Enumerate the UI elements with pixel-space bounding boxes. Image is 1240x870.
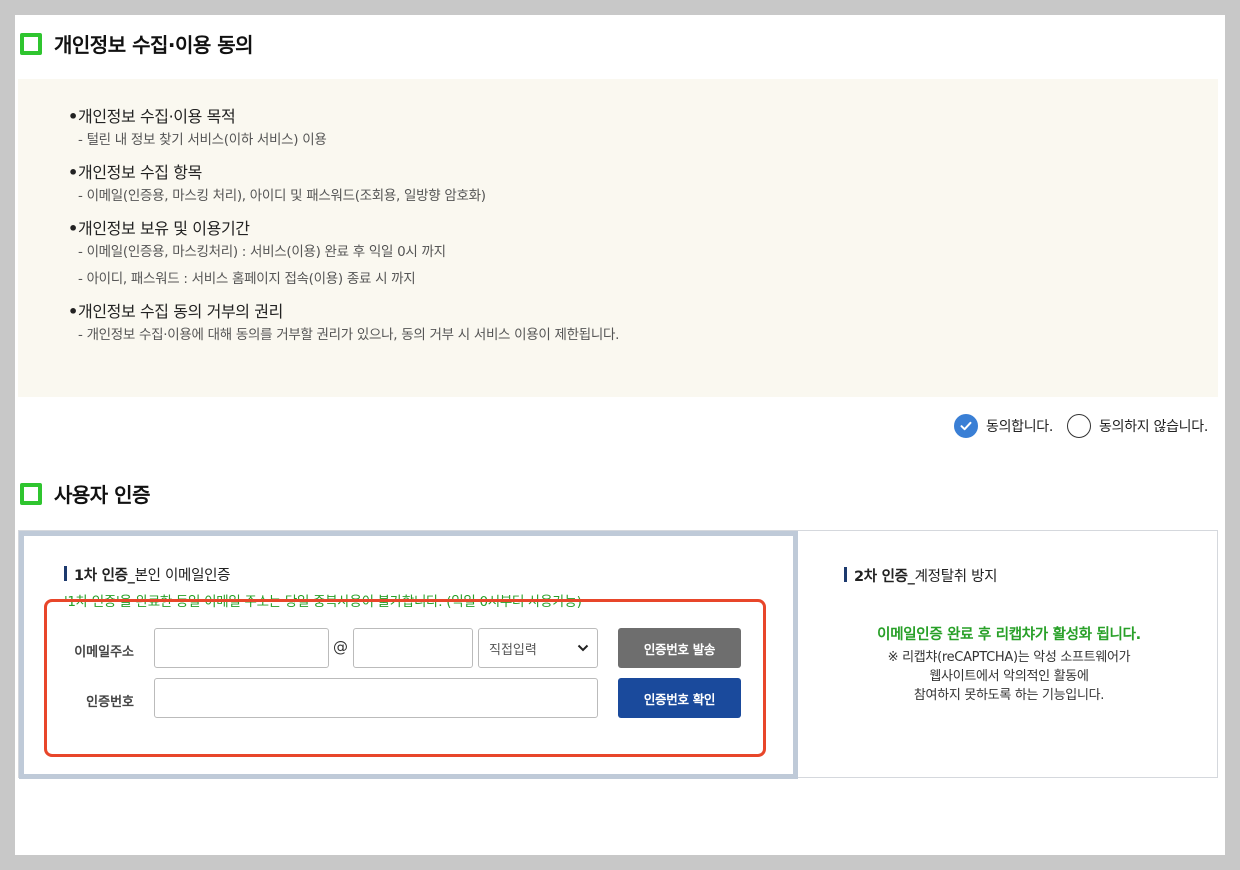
recaptcha-description: ※ 리캡챠(reCAPTCHA)는 악성 소프트웨어가 웹사이트에서 악의적인 …: [799, 648, 1219, 705]
agree-label[interactable]: 동의합니다.: [986, 416, 1053, 436]
term-detail: - 개인정보 수집·이용에 대해 동의를 거부할 권리가 있으나, 동의 거부 …: [78, 327, 620, 343]
disagree-radio[interactable]: [1067, 414, 1092, 438]
duplicate-email-notice: '1차 인증'을 완료한 동일 이메일 주소는 당일 중복사용이 불가합니다. …: [64, 594, 582, 610]
confirm-code-button[interactable]: 인증번호 확인: [618, 678, 741, 718]
bullet: •: [68, 107, 78, 126]
first-auth-label-bold: 1차 인증_: [74, 568, 135, 584]
email-local-input[interactable]: [154, 628, 329, 668]
consent-title-text: 개인정보 수집·이용 동의: [54, 33, 254, 57]
second-auth-label-bold: 2차 인증_: [854, 569, 915, 585]
term-refusal-right: •개인정보 수집 동의 거부의 권리 - 개인정보 수집·이용에 대해 동의를 …: [68, 300, 1218, 346]
domain-select-value: 직접입력: [489, 642, 537, 658]
recaptcha-status-message: 이메일인증 완료 후 리캡챠가 활성화 됩니다.: [877, 627, 1141, 643]
bullet: •: [68, 219, 78, 238]
consent-terms-box: •개인정보 수집·이용 목적 - 털린 내 정보 찾기 서비스(이하 서비스) …: [18, 79, 1218, 397]
term-detail: - 털린 내 정보 찾기 서비스(이하 서비스) 이용: [78, 132, 327, 148]
email-domain-select[interactable]: 직접입력: [478, 628, 598, 668]
recaptcha-desc-line: ※ 리캡챠(reCAPTCHA)는 악성 소프트웨어가: [887, 650, 1131, 665]
code-label: 인증번호: [86, 695, 134, 710]
green-square-icon: [20, 32, 42, 55]
second-auth-label-rest: 계정탈취 방지: [914, 569, 998, 585]
first-auth-label-rest: 본인 이메일인증: [134, 568, 231, 584]
at-sign: @: [333, 638, 348, 656]
check-icon: [960, 421, 972, 431]
term-detail: - 이메일(인증용, 마스킹처리) : 서비스(이용) 완료 후 익일 0시 까…: [78, 244, 446, 260]
recaptcha-info: 이메일인증 완료 후 리캡챠가 활성화 됩니다. ※ 리캡챠(reCAPTCHA…: [799, 623, 1219, 705]
email-domain-input[interactable]: [353, 628, 473, 668]
page-container: 개인정보 수집·이용 동의 •개인정보 수집·이용 목적 - 털린 내 정보 찾…: [15, 15, 1225, 855]
green-square-icon: [20, 482, 42, 505]
term-heading: 개인정보 수집·이용 목적: [78, 107, 236, 126]
auth-panel: 1차 인증_본인 이메일인증 '1차 인증'을 완료한 동일 이메일 주소는 당…: [18, 530, 1219, 779]
term-detail: - 아이디, 패스워드 : 서비스 홈페이지 접속(이용) 종료 시 까지: [78, 271, 416, 287]
term-heading: 개인정보 수집 항목: [78, 163, 202, 182]
term-heading: 개인정보 수집 동의 거부의 권리: [78, 302, 283, 321]
first-auth-panel: 1차 인증_본인 이메일인증 '1차 인증'을 완료한 동일 이메일 주소는 당…: [19, 531, 798, 779]
term-purpose: •개인정보 수집·이용 목적 - 털린 내 정보 찾기 서비스(이하 서비스) …: [68, 105, 1218, 151]
email-label: 이메일주소: [74, 645, 134, 660]
bullet: •: [68, 302, 78, 321]
second-auth-label: 2차 인증_계정탈취 방지: [844, 565, 997, 586]
first-auth-label: 1차 인증_본인 이메일인증: [64, 564, 231, 585]
term-items: •개인정보 수집 항목 - 이메일(인증용, 마스킹 처리), 아이디 및 패스…: [68, 161, 1218, 207]
disagree-label[interactable]: 동의하지 않습니다.: [1099, 416, 1208, 436]
code-input[interactable]: [154, 678, 598, 718]
term-retention: •개인정보 보유 및 이용기간 - 이메일(인증용, 마스킹처리) : 서비스(…: [68, 217, 1218, 290]
consent-section-title: 개인정보 수집·이용 동의: [20, 29, 254, 58]
agree-radio[interactable]: [953, 414, 978, 438]
chevron-down-icon: [577, 644, 589, 652]
recaptcha-desc-line: 웹사이트에서 악의적인 활동에: [929, 669, 1089, 684]
send-code-button[interactable]: 인증번호 발송: [618, 628, 741, 668]
term-heading: 개인정보 보유 및 이용기간: [78, 219, 250, 238]
auth-section-title: 사용자 인증: [20, 479, 150, 508]
term-detail: - 이메일(인증용, 마스킹 처리), 아이디 및 패스워드(조회용, 일방향 …: [78, 188, 486, 204]
consent-radio-group: 동의합니다. 동의하지 않습니다.: [953, 414, 1208, 438]
auth-title-text: 사용자 인증: [54, 483, 150, 507]
recaptcha-desc-line: 참여하지 못하도록 하는 기능입니다.: [913, 688, 1105, 703]
bullet: •: [68, 163, 78, 182]
